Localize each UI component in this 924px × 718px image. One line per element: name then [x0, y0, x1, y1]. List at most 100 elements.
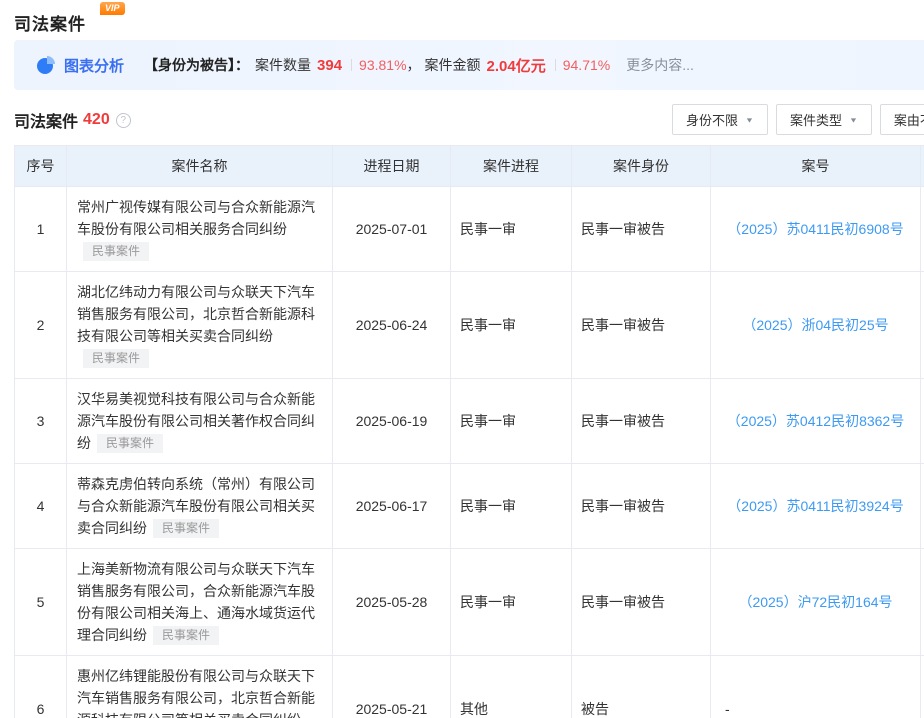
case-number: -	[725, 701, 730, 717]
case-type-tag: 民事案件	[153, 626, 219, 645]
case-identity: 民事一审被告	[572, 187, 711, 272]
identity-as-defendant-label: 【身份为被告】：	[144, 55, 249, 75]
case-type-tag: 民事案件	[83, 349, 149, 368]
column-header: 案件身份	[572, 146, 711, 187]
case-index: 3	[15, 379, 67, 464]
pie-chart-icon	[36, 55, 56, 75]
case-name: 湖北亿纬动力有限公司与众联天下汽车销售服务有限公司，北京哲合新能源科技有限公司等…	[77, 284, 315, 344]
case-number-cell: （2025）苏0411民初6908号	[711, 187, 921, 272]
page-header: 司法案件 VIP	[14, 0, 924, 40]
case-index: 5	[15, 549, 67, 656]
table-row: 4蒂森克虏伯转向系统（常州）有限公司与合众新能源汽车股份有限公司相关买卖合同纠纷…	[15, 464, 924, 549]
case-name-cell: 常州广视传媒有限公司与合众新能源汽车股份有限公司相关服务合同纠纷民事案件	[67, 187, 333, 272]
case-amount-percent: 94.71%	[563, 57, 610, 73]
case-type-tag: 民事案件	[97, 434, 163, 453]
case-process: 民事一审	[451, 549, 572, 656]
case-count-percent: 93.81%	[359, 57, 406, 73]
divider	[555, 59, 556, 71]
filter-button-label: 案件类型	[790, 110, 842, 129]
case-index: 4	[15, 464, 67, 549]
filter-button-label: 身份不限	[686, 110, 738, 129]
section-header: 司法案件 420 ? 身份不限 ▼ 案件类型 ▼ 案由不限	[14, 104, 924, 136]
case-identity: 被告	[572, 656, 711, 718]
case-type-tag: 民事案件	[83, 242, 149, 261]
vip-badge: VIP	[100, 2, 125, 15]
case-process: 民事一审	[451, 272, 572, 379]
case-amount-value: 2.04亿元	[487, 55, 546, 76]
filter-button-label: 案由不限	[894, 110, 924, 129]
column-header: 案号	[711, 146, 921, 187]
case-index: 1	[15, 187, 67, 272]
clipped-cell	[921, 464, 924, 549]
column-header-clipped	[921, 146, 924, 187]
case-number-link[interactable]: （2025）苏0411民初3924号	[727, 498, 903, 514]
case-name: 常州广视传媒有限公司与合众新能源汽车股份有限公司相关服务合同纠纷	[77, 199, 315, 237]
column-header: 进程日期	[333, 146, 451, 187]
case-process: 民事一审	[451, 379, 572, 464]
process-date: 2025-05-28	[333, 549, 451, 656]
column-header: 案件名称	[67, 146, 333, 187]
chevron-down-icon: ▼	[745, 116, 754, 124]
case-number-link[interactable]: （2025）苏0412民初8362号	[727, 413, 904, 429]
process-date: 2025-07-01	[333, 187, 451, 272]
case-name-cell: 上海美新物流有限公司与众联天下汽车销售服务有限公司，合众新能源汽车股份有限公司相…	[67, 549, 333, 656]
case-process: 其他	[451, 656, 572, 718]
filter-button-3[interactable]: 案由不限	[880, 104, 924, 135]
clipped-cell	[921, 272, 924, 379]
chart-analysis-banner: 图表分析 【身份为被告】： 案件数量 394 93.81% ， 案件金额 2.0…	[14, 40, 924, 90]
case-type-tag: 民事案件	[153, 519, 219, 538]
case-number-link[interactable]: （2025）苏0411民初6908号	[727, 221, 903, 237]
filter-button-1[interactable]: 身份不限 ▼	[672, 104, 768, 135]
divider	[351, 59, 352, 71]
process-date: 2025-06-24	[333, 272, 451, 379]
case-name-cell: 湖北亿纬动力有限公司与众联天下汽车销售服务有限公司，北京哲合新能源科技有限公司等…	[67, 272, 333, 379]
case-number-cell: （2025）苏0411民初3924号	[711, 464, 921, 549]
column-header: 案件进程	[451, 146, 572, 187]
table-row: 2湖北亿纬动力有限公司与众联天下汽车销售服务有限公司，北京哲合新能源科技有限公司…	[15, 272, 924, 379]
case-number-cell: -	[711, 656, 921, 718]
table-row: 6惠州亿纬锂能股份有限公司与众联天下汽车销售服务有限公司，北京哲合新能源科技有限…	[15, 656, 924, 718]
case-identity: 民事一审被告	[572, 549, 711, 656]
chart-analysis-link[interactable]: 图表分析	[64, 55, 124, 76]
chevron-down-icon: ▼	[849, 116, 858, 124]
clipped-cell	[921, 656, 924, 718]
case-identity: 民事一审被告	[572, 379, 711, 464]
case-name: 惠州亿纬锂能股份有限公司与众联天下汽车销售服务有限公司，北京哲合新能源科技有限公…	[77, 668, 315, 718]
more-content-link[interactable]: 更多内容...	[626, 55, 694, 75]
case-process: 民事一审	[451, 187, 572, 272]
case-amount-label: 案件金额	[425, 55, 481, 75]
case-count-label: 案件数量	[255, 55, 311, 75]
table-row: 3汉华易美视觉科技有限公司与合众新能源汽车股份有限公司相关著作权合同纠纷民事案件…	[15, 379, 924, 464]
column-header: 序号	[15, 146, 67, 187]
case-number-cell: （2025）浙04民初25号	[711, 272, 921, 379]
table-row: 1常州广视传媒有限公司与合众新能源汽车股份有限公司相关服务合同纠纷民事案件202…	[15, 187, 924, 272]
page-title: 司法案件	[14, 15, 86, 34]
help-icon[interactable]: ?	[116, 113, 131, 128]
case-index: 2	[15, 272, 67, 379]
clipped-cell	[921, 379, 924, 464]
case-identity: 民事一审被告	[572, 464, 711, 549]
case-identity: 民事一审被告	[572, 272, 711, 379]
case-total-count: 420	[83, 111, 110, 129]
filter-button-2[interactable]: 案件类型 ▼	[776, 104, 872, 135]
table-head: 序号案件名称进程日期案件进程案件身份案号	[15, 146, 924, 187]
case-number-link[interactable]: （2025）浙04民初25号	[742, 317, 888, 333]
case-number-cell: （2025）沪72民初164号	[711, 549, 921, 656]
cases-table: 序号案件名称进程日期案件进程案件身份案号 1常州广视传媒有限公司与合众新能源汽车…	[14, 145, 924, 718]
clipped-cell	[921, 187, 924, 272]
case-name-cell: 惠州亿纬锂能股份有限公司与众联天下汽车销售服务有限公司，北京哲合新能源科技有限公…	[67, 656, 333, 718]
case-name-cell: 汉华易美视觉科技有限公司与合众新能源汽车股份有限公司相关著作权合同纠纷民事案件	[67, 379, 333, 464]
process-date: 2025-06-17	[333, 464, 451, 549]
table-row: 5上海美新物流有限公司与众联天下汽车销售服务有限公司，合众新能源汽车股份有限公司…	[15, 549, 924, 656]
process-date: 2025-06-19	[333, 379, 451, 464]
case-count-value: 394	[317, 57, 342, 74]
case-number-cell: （2025）苏0412民初8362号	[711, 379, 921, 464]
section-title: 司法案件	[14, 108, 78, 132]
comma: ，	[407, 55, 421, 75]
clipped-cell	[921, 549, 924, 656]
case-number-link[interactable]: （2025）沪72民初164号	[738, 594, 892, 610]
case-process: 民事一审	[451, 464, 572, 549]
case-name-cell: 蒂森克虏伯转向系统（常州）有限公司与合众新能源汽车股份有限公司相关买卖合同纠纷民…	[67, 464, 333, 549]
page-container: 司法案件 VIP 图表分析 【身份为被告】： 案件数量 394 93.81% ，…	[0, 0, 924, 718]
filter-bar: 身份不限 ▼ 案件类型 ▼ 案由不限	[672, 104, 924, 135]
